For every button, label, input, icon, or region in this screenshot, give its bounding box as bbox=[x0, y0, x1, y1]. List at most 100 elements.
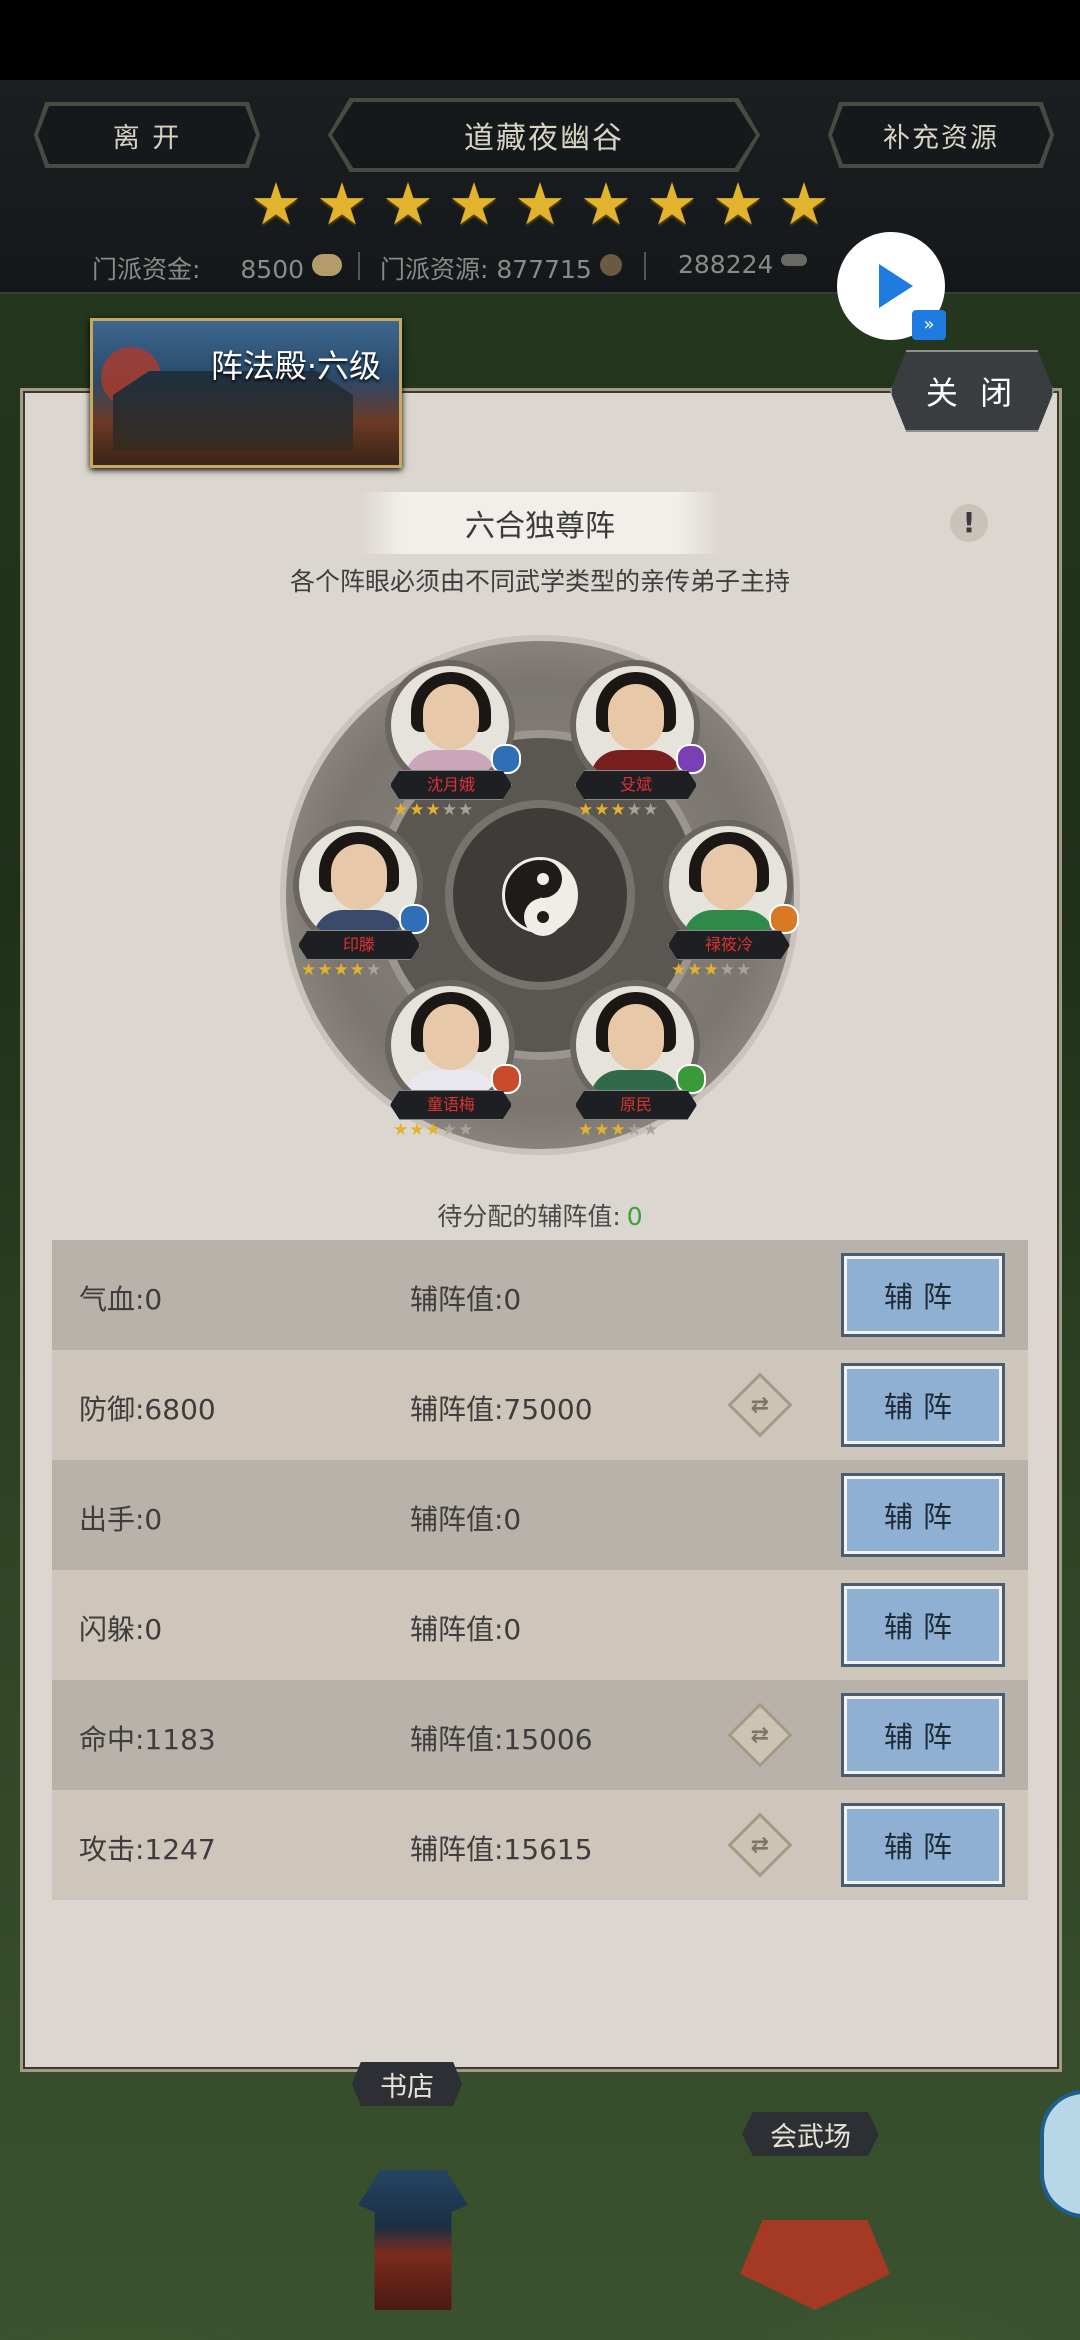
coin-icon bbox=[312, 254, 343, 276]
location-title-plate: 道藏夜幽谷 bbox=[328, 98, 760, 172]
sect-funds: 门派资金: 8500 bbox=[92, 250, 343, 286]
replenish-resources-button[interactable]: 补充资源 bbox=[828, 102, 1054, 168]
martial-type-icon bbox=[676, 744, 706, 774]
formation-slot[interactable]: 殳斌 ★★★★★ bbox=[560, 660, 710, 830]
martial-type-icon bbox=[399, 904, 429, 934]
martial-type-icon bbox=[676, 1064, 706, 1094]
leave-button-label: 离 开 bbox=[112, 122, 182, 154]
star-icon: ★ bbox=[316, 170, 368, 238]
hero-name: 原民 bbox=[575, 1090, 697, 1120]
assist-value: 辅阵值:15006 bbox=[410, 1723, 593, 1756]
stat-row: 命中:1183 辅阵值:15006 ⇄ 辅阵 bbox=[52, 1680, 1028, 1790]
hero-star-rating: ★★★★★ bbox=[578, 800, 698, 820]
arena-label[interactable]: 会武场 bbox=[742, 2112, 879, 2156]
star-icon: ★ bbox=[594, 1120, 611, 1140]
stat-table: 气血:0 辅阵值:0 辅阵 防御:6800 辅阵值:75000 ⇄ 辅阵 出手:0 辅阵值:0 辅… bbox=[52, 1240, 1028, 1900]
star-icon: ★ bbox=[250, 170, 302, 238]
hero-star-rating: ★★★★★ bbox=[393, 800, 513, 820]
close-button[interactable]: 关 闭 bbox=[890, 350, 1054, 432]
star-icon: ★ bbox=[643, 800, 660, 820]
sword-icon bbox=[781, 254, 808, 266]
hero-name: 殳斌 bbox=[575, 770, 697, 800]
star-icon: ★ bbox=[580, 170, 632, 238]
star-icon: ★ bbox=[626, 800, 643, 820]
assist-value: 辅阵值:75000 bbox=[410, 1393, 593, 1426]
star-icon: ★ bbox=[301, 960, 318, 980]
sect-resources: 门派资源: 877715 bbox=[380, 250, 622, 286]
replenish-resources-label: 补充资源 bbox=[883, 122, 999, 154]
star-icon: ★ bbox=[458, 1120, 475, 1140]
stat-value: 命中:1183 bbox=[79, 1723, 216, 1756]
stat-row: 出手:0 辅阵值:0 辅阵 bbox=[52, 1460, 1028, 1570]
star-icon: ★ bbox=[448, 170, 500, 238]
pending-assist-label: 待分配的辅阵值: bbox=[437, 1202, 621, 1231]
bookstore-building[interactable] bbox=[358, 2170, 468, 2310]
star-icon: ★ bbox=[719, 960, 736, 980]
stat-row: 闪躲:0 辅阵值:0 辅阵 bbox=[52, 1570, 1028, 1680]
third-resource-value: 288224 bbox=[678, 250, 774, 279]
star-icon: ★ bbox=[578, 1120, 595, 1140]
star-icon: ★ bbox=[458, 800, 475, 820]
info-icon[interactable]: ! bbox=[950, 504, 988, 542]
martial-type-icon bbox=[769, 904, 799, 934]
formation-slot[interactable]: 印滕 ★★★★★ bbox=[283, 820, 433, 990]
star-icon: ★ bbox=[594, 800, 611, 820]
star-icon: ★ bbox=[382, 170, 434, 238]
divider bbox=[358, 252, 360, 280]
sect-star-rating: ★ ★ ★ ★ ★ ★ ★ ★ ★ bbox=[0, 170, 1080, 238]
martial-type-icon bbox=[491, 1064, 521, 1094]
star-icon: ★ bbox=[778, 170, 830, 238]
leave-button[interactable]: 离 开 bbox=[34, 102, 260, 168]
sect-resources-label: 门派资源: bbox=[380, 255, 489, 284]
sect-resources-value: 877715 bbox=[496, 255, 592, 284]
assist-value: 辅阵值:0 bbox=[410, 1283, 522, 1316]
formation-subtitle: 各个阵眼必须由不同武学类型的亲传弟子主持 bbox=[289, 567, 790, 596]
assist-formation-button[interactable]: 辅阵 bbox=[841, 1363, 1005, 1447]
third-resource: 288224 bbox=[678, 250, 808, 279]
martial-type-icon bbox=[491, 744, 521, 774]
star-icon: ★ bbox=[626, 1120, 643, 1140]
status-bar bbox=[0, 0, 1080, 80]
stat-value: 出手:0 bbox=[79, 1503, 163, 1536]
swap-icon[interactable]: ⇄ bbox=[727, 1372, 793, 1438]
formation-slot[interactable]: 沈月娥 ★★★★★ bbox=[375, 660, 525, 830]
assist-formation-button[interactable]: 辅阵 bbox=[841, 1583, 1005, 1667]
assist-value: 辅阵值:0 bbox=[410, 1613, 522, 1646]
assist-formation-button[interactable]: 辅阵 bbox=[841, 1253, 1005, 1337]
star-icon: ★ bbox=[441, 800, 458, 820]
assist-formation-button[interactable]: 辅阵 bbox=[841, 1803, 1005, 1887]
location-title: 道藏夜幽谷 bbox=[464, 121, 624, 156]
hero-name: 沈月娥 bbox=[390, 770, 512, 800]
star-icon: ★ bbox=[425, 800, 442, 820]
fast-forward-icon: » bbox=[912, 310, 946, 340]
pending-assist-value: 待分配的辅阵值: 0 bbox=[0, 1197, 1080, 1233]
sect-funds-value: 8500 bbox=[240, 255, 305, 284]
star-icon: ★ bbox=[610, 1120, 627, 1140]
stat-value: 防御:6800 bbox=[79, 1393, 216, 1426]
formation-slot[interactable]: 禄筱冷 ★★★★★ bbox=[653, 820, 803, 990]
hero-name: 禄筱冷 bbox=[668, 930, 790, 960]
hero-name: 印滕 bbox=[298, 930, 420, 960]
star-icon: ★ bbox=[646, 170, 698, 238]
assist-formation-button[interactable]: 辅阵 bbox=[841, 1693, 1005, 1777]
assist-formation-button[interactable]: 辅阵 bbox=[841, 1473, 1005, 1557]
stat-row: 气血:0 辅阵值:0 辅阵 bbox=[52, 1240, 1028, 1350]
star-icon: ★ bbox=[409, 800, 426, 820]
bookstore-label[interactable]: 书店 bbox=[352, 2062, 462, 2106]
sect-funds-label: 门派资金: bbox=[92, 255, 201, 284]
swap-icon[interactable]: ⇄ bbox=[727, 1812, 793, 1878]
hero-star-rating: ★★★★★ bbox=[671, 960, 791, 980]
formation-slot[interactable]: 原民 ★★★★★ bbox=[560, 980, 710, 1150]
hall-header-card: 阵法殿·六级 bbox=[90, 318, 402, 468]
star-icon: ★ bbox=[366, 960, 383, 980]
swap-icon[interactable]: ⇄ bbox=[727, 1702, 793, 1768]
formation-slot[interactable]: 童语梅 ★★★★★ bbox=[375, 980, 525, 1150]
hero-star-rating: ★★★★★ bbox=[393, 1120, 513, 1140]
stat-value: 气血:0 bbox=[79, 1283, 163, 1316]
star-icon: ★ bbox=[643, 1120, 660, 1140]
star-icon: ★ bbox=[712, 170, 764, 238]
star-icon: ★ bbox=[393, 1120, 410, 1140]
star-icon: ★ bbox=[349, 960, 366, 980]
play-icon bbox=[879, 264, 913, 308]
star-icon: ★ bbox=[703, 960, 720, 980]
